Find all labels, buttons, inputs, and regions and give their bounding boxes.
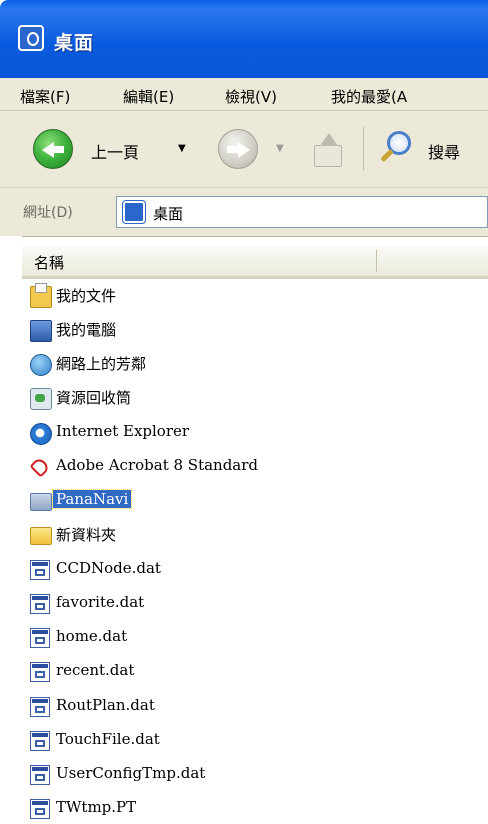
list-item[interactable]: Internet Explorer <box>22 417 488 447</box>
desktop-icon <box>122 200 146 224</box>
file-label: CCDNode.dat <box>56 559 161 577</box>
address-input[interactable]: 桌面 <box>116 196 488 228</box>
forward-arrow-icon[interactable] <box>218 129 258 169</box>
list-item[interactable]: Adobe Acrobat 8 Standard <box>22 451 488 481</box>
folder-icon <box>30 527 52 545</box>
column-header: 名稱 <box>22 246 488 279</box>
back-button-label[interactable]: 上一頁 <box>91 139 139 163</box>
menu-edit[interactable]: 編輯(E) <box>123 86 174 107</box>
back-arrow-icon[interactable] <box>33 129 73 169</box>
up-folder-icon[interactable] <box>312 133 344 167</box>
file-label: UserConfigTmp.dat <box>56 764 206 782</box>
list-item[interactable]: 我的電腦 <box>22 314 488 344</box>
file-label: Adobe Acrobat 8 Standard <box>56 456 259 474</box>
dat-file-icon <box>30 662 50 682</box>
menu-bar: 檔案(F) 編輯(E) 檢視(V) 我的最愛(A <box>0 78 488 111</box>
list-item[interactable]: TWtmp.PT <box>22 793 488 823</box>
adobe-acrobat-icon <box>30 457 50 477</box>
file-label: PanaNavi <box>51 489 133 509</box>
toolbar: 上一頁 ▼ ▼ 搜尋 <box>0 111 488 188</box>
column-resize-handle[interactable] <box>376 250 377 272</box>
search-button-label[interactable]: 搜尋 <box>428 139 460 163</box>
list-item[interactable]: PanaNavi <box>22 485 488 515</box>
desktop-icon <box>18 25 44 51</box>
file-label: RoutPlan.dat <box>56 696 155 714</box>
dat-file-icon <box>30 765 50 785</box>
dat-file-icon <box>30 731 50 751</box>
forward-dropdown-icon[interactable]: ▼ <box>276 143 284 154</box>
column-name-header[interactable]: 名稱 <box>34 252 64 273</box>
back-dropdown-icon[interactable]: ▼ <box>178 143 186 154</box>
dat-file-icon <box>30 594 50 614</box>
dat-file-icon <box>30 697 50 717</box>
file-label: TWtmp.PT <box>56 798 137 816</box>
my-computer-icon <box>30 320 52 342</box>
list-item[interactable]: RoutPlan.dat <box>22 691 488 721</box>
menu-favorites[interactable]: 我的最愛(A <box>331 86 407 107</box>
list-item[interactable]: 資源回收筒 <box>22 382 488 412</box>
dat-file-icon <box>30 799 50 819</box>
file-label: home.dat <box>56 627 128 645</box>
list-item[interactable]: 我的文件 <box>22 280 488 310</box>
file-label: Internet Explorer <box>56 422 190 440</box>
list-item[interactable]: UserConfigTmp.dat <box>22 759 488 789</box>
address-bar: 網址(D) 桌面 <box>0 188 488 237</box>
list-item[interactable]: home.dat <box>22 622 488 652</box>
folder-icon <box>30 493 52 511</box>
file-label: favorite.dat <box>56 593 145 611</box>
file-label: recent.dat <box>56 661 135 679</box>
network-places-icon <box>30 354 52 376</box>
toolbar-separator <box>363 127 364 171</box>
file-label: 新資料夾 <box>56 526 117 544</box>
file-label: 我的文件 <box>56 287 117 305</box>
left-frame <box>0 236 22 824</box>
address-value: 桌面 <box>153 205 184 223</box>
address-label: 網址(D) <box>23 205 73 221</box>
recycle-bin-icon <box>30 388 52 410</box>
dat-file-icon <box>30 560 50 580</box>
file-label: 資源回收筒 <box>56 389 132 407</box>
window-title: 桌面 <box>54 32 95 54</box>
my-documents-icon <box>30 283 52 308</box>
file-label: 我的電腦 <box>56 321 117 339</box>
internet-explorer-icon <box>30 423 52 445</box>
list-item[interactable]: 網路上的芳鄰 <box>22 348 488 378</box>
dat-file-icon <box>30 628 50 648</box>
search-icon[interactable] <box>377 127 421 171</box>
file-label: 網路上的芳鄰 <box>56 355 147 373</box>
list-item[interactable]: CCDNode.dat <box>22 554 488 584</box>
list-item[interactable]: TouchFile.dat <box>22 725 488 755</box>
menu-file[interactable]: 檔案(F) <box>20 86 70 107</box>
file-label: TouchFile.dat <box>56 730 160 748</box>
list-item[interactable]: 新資料夾 <box>22 519 488 549</box>
list-item[interactable]: recent.dat <box>22 656 488 686</box>
menu-view[interactable]: 檢視(V) <box>225 86 277 107</box>
title-bar[interactable]: 桌面 <box>0 0 488 78</box>
list-item[interactable]: favorite.dat <box>22 588 488 618</box>
